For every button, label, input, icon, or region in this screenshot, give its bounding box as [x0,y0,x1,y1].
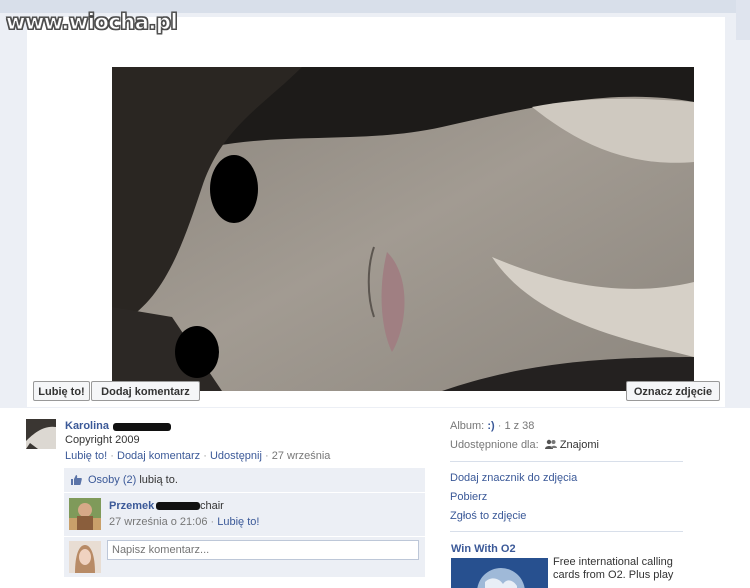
sidebar-divider [450,461,683,462]
post-date: 27 września [271,450,331,462]
viewer-avatar [69,541,101,573]
photo-like-button[interactable]: Lubię to! [33,381,90,401]
add-tag-link[interactable]: Dodaj znacznik do zdjęcia [450,472,577,484]
comment-date: 27 września o 21:06 [109,516,208,528]
scroll-edge [736,0,750,40]
album-info: Album: :) · 1 z 38 [450,420,535,432]
friends-icon [544,439,557,449]
post-actions: Lubię to! · Dodaj komentarz · Udostępnij… [65,450,331,462]
ad-image[interactable] [451,558,548,588]
watermark-logo: www.wiocha.pl [5,10,178,35]
thumbs-up-icon [70,474,82,486]
privacy-info: Udostępnione dla: Znajomi [450,439,599,451]
photo-details: Karolina Copyright 2009 Lubię to! · Doda… [0,408,750,588]
photo-stage: Lubię to! Dodaj komentarz Oznacz zdjęcie [27,17,725,407]
shared-label: Udostępnione dla: [450,439,539,451]
ad-text: Free international calling cards from O2… [553,556,674,581]
ad-globe-image [451,558,548,588]
commenter-avatar[interactable] [69,498,101,530]
shared-value: Znajomi [559,439,599,451]
post-like-link[interactable]: Lubię to! [65,450,107,462]
comment-redaction-bar [156,502,200,510]
photo-caption: Copyright 2009 [65,434,140,446]
viewer-avatar-image [69,541,101,573]
photo-like-label: Lubię to! [38,386,85,398]
commenter-name[interactable]: Przemek [109,500,154,512]
photo-comment-label: Dodaj komentarz [101,386,190,398]
post-comment-link[interactable]: Dodaj komentarz [117,450,200,462]
likes-suffix: lubią to. [139,474,178,486]
commenter-avatar-image [69,498,101,530]
comment-compose [64,537,425,577]
photo-image [112,67,694,391]
author-name[interactable]: Karolina [65,420,109,432]
comment-item: Przemek chair 27 września o 21:06 · Lubi… [64,493,425,536]
tag-photo-button[interactable]: Oznacz zdjęcie [626,381,720,401]
author-avatar[interactable] [26,419,56,449]
report-photo-link[interactable]: Zgłoś to zdjęcie [450,510,526,522]
comment-text: chair [200,500,224,512]
download-link[interactable]: Pobierz [450,491,487,503]
album-label: Album: [450,420,485,432]
photo [112,67,694,391]
comment-input[interactable] [107,540,419,560]
photo-comment-button[interactable]: Dodaj komentarz [91,381,200,401]
author-avatar-image [26,419,56,449]
post-share-link[interactable]: Udostępnij [210,450,262,462]
tag-photo-label: Oznacz zdjęcie [633,386,713,398]
likes-box: Osoby (2) lubią to. [64,468,425,492]
album-link[interactable]: :) [487,420,494,432]
ad-title[interactable]: Win With O2 [451,543,516,555]
album-position: 1 z 38 [504,420,535,432]
likes-people-link[interactable]: Osoby (2) [88,474,136,486]
sidebar-divider-2 [450,531,683,532]
redaction-bar [113,423,171,431]
comment-like-link[interactable]: Lubię to! [217,516,259,528]
